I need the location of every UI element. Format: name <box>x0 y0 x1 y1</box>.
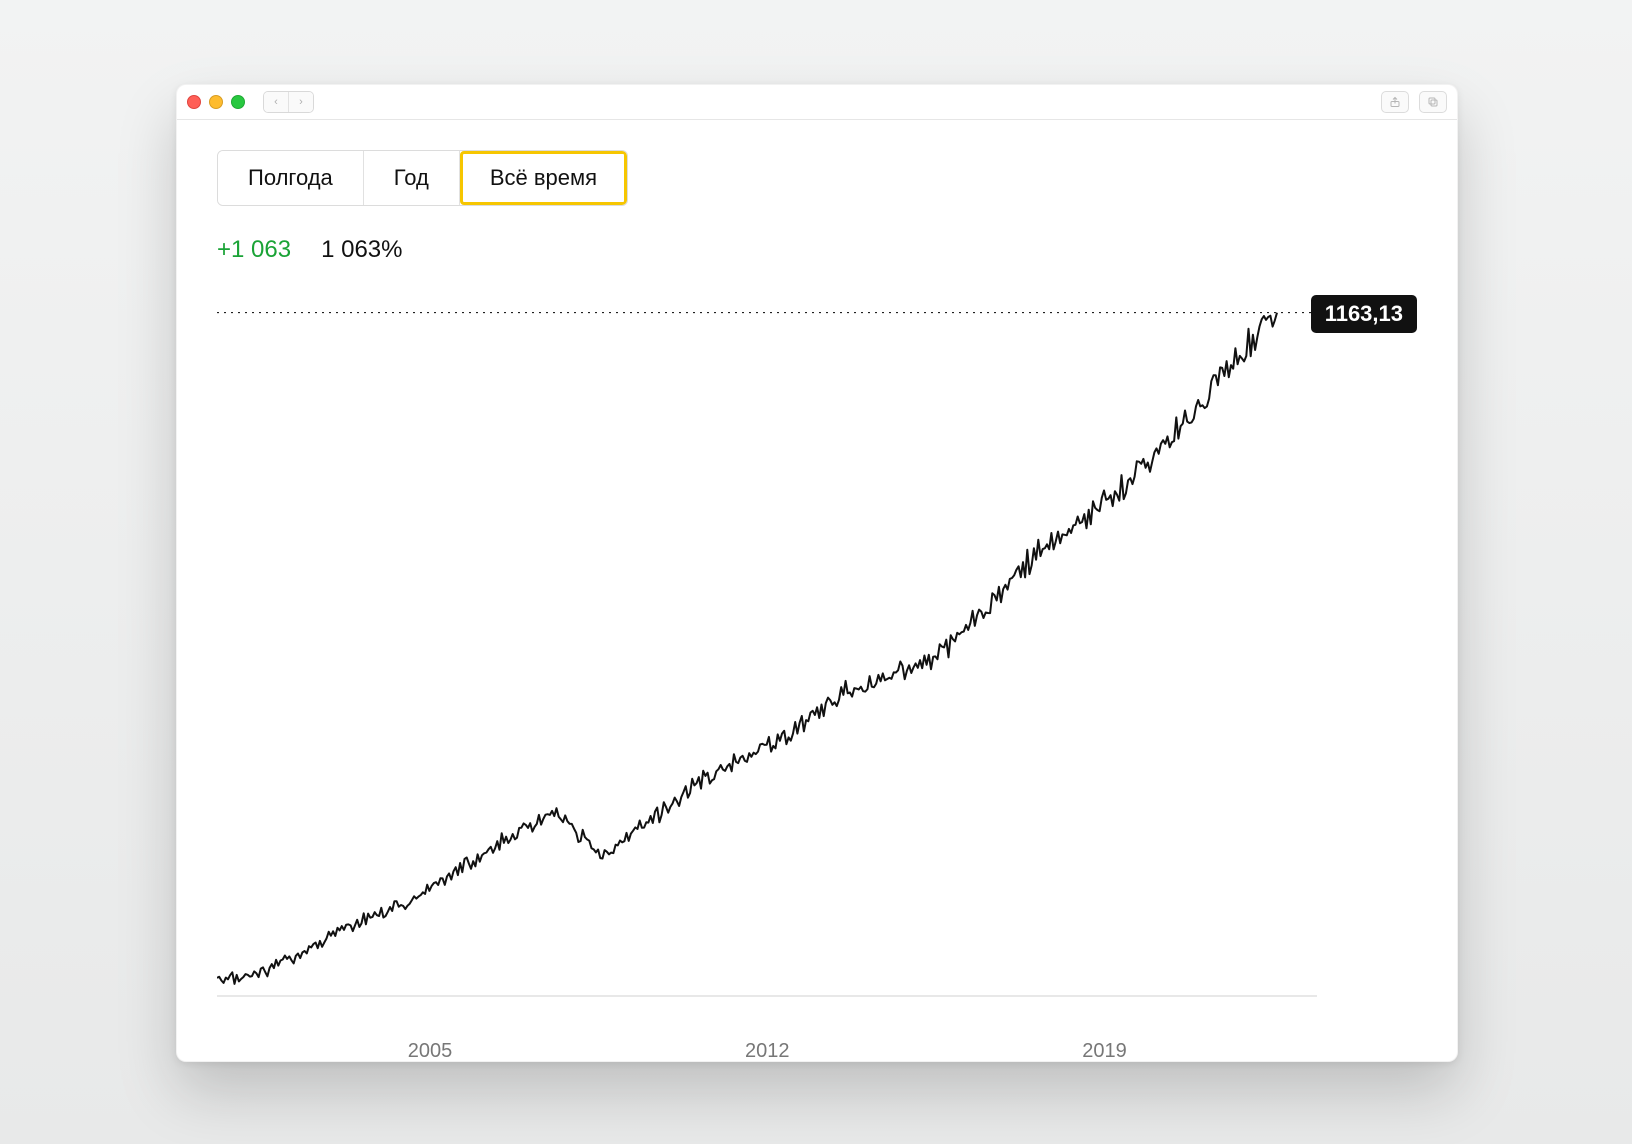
content-area: Полгода Год Всё время +1 063 1 063% 1163… <box>177 120 1457 1062</box>
window-titlebar: ‹ › <box>177 85 1457 120</box>
current-value-badge: 1163,13 <box>1311 295 1417 333</box>
performance-summary: +1 063 1 063% <box>217 236 1417 264</box>
x-axis: 2005 2012 2019 <box>217 1036 1407 1062</box>
tab-all-time[interactable]: Всё время <box>460 151 627 205</box>
chart-canvas <box>217 286 1407 1026</box>
copy-icon[interactable] <box>1419 91 1447 113</box>
close-window-button[interactable] <box>187 95 201 109</box>
nav-buttons: ‹ › <box>263 91 314 113</box>
x-tick-label: 2012 <box>745 1040 790 1062</box>
price-chart: 1163,13 <box>217 286 1417 1026</box>
app-window: ‹ › Полгода Год Всё время +1 063 1 063% … <box>176 84 1458 1062</box>
minimize-window-button[interactable] <box>209 95 223 109</box>
x-tick-label: 2005 <box>408 1040 453 1062</box>
timeframe-tabs: Полгода Год Всё время <box>217 150 628 206</box>
back-button[interactable]: ‹ <box>264 92 288 112</box>
window-controls <box>187 95 245 109</box>
tab-year[interactable]: Год <box>364 151 460 205</box>
tab-half-year[interactable]: Полгода <box>218 151 364 205</box>
forward-button[interactable]: › <box>288 92 313 112</box>
fullscreen-window-button[interactable] <box>231 95 245 109</box>
x-tick-label: 2019 <box>1082 1040 1127 1062</box>
percent-change: 1 063% <box>321 236 402 264</box>
absolute-change: +1 063 <box>217 236 291 264</box>
share-icon[interactable] <box>1381 91 1409 113</box>
